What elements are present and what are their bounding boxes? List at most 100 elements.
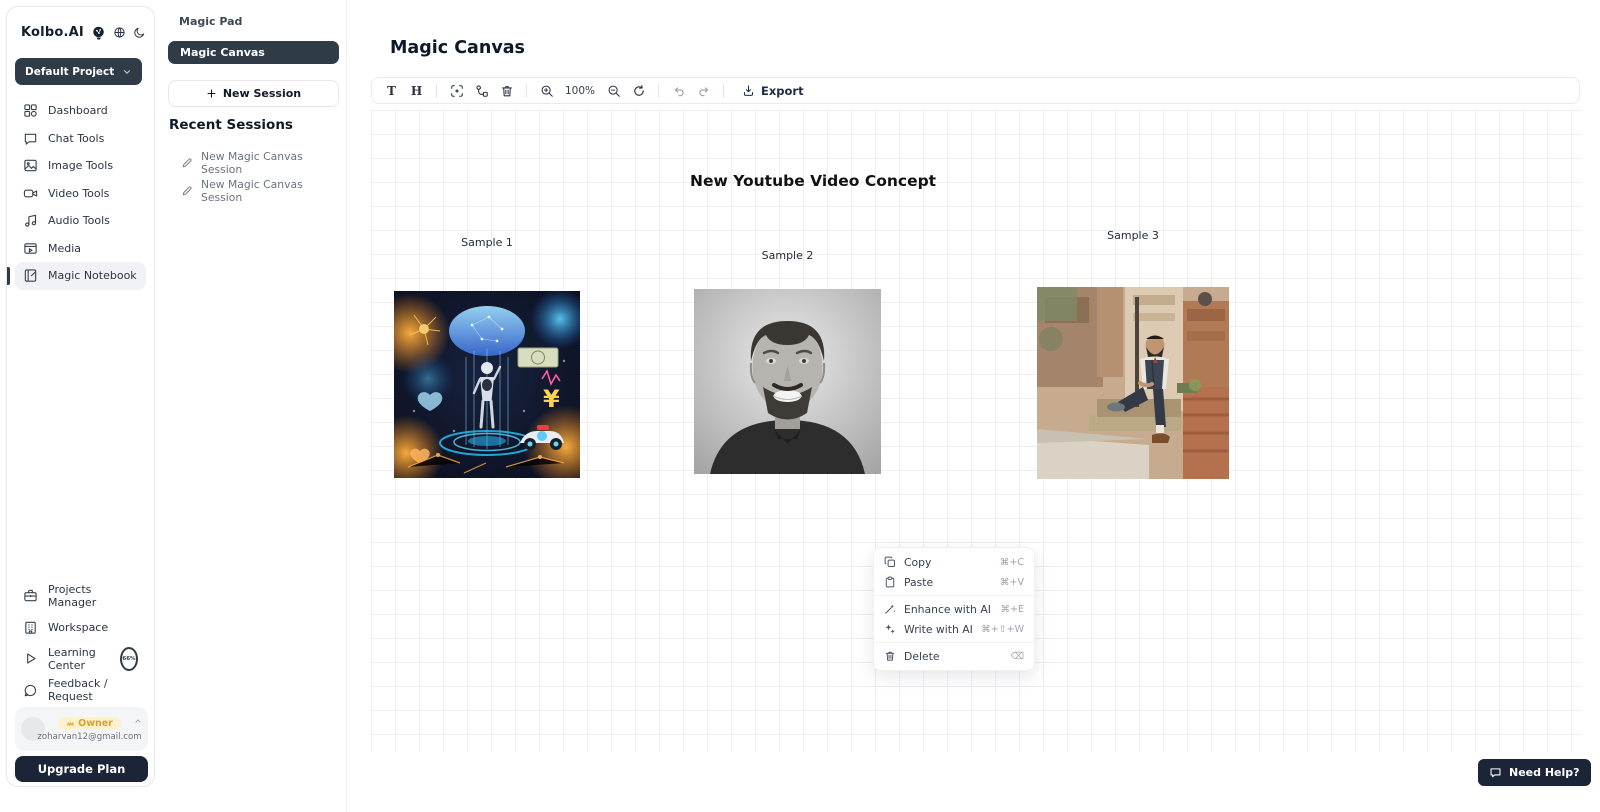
ai-select-button[interactable] <box>445 80 468 101</box>
canvas-grid[interactable]: New Youtube Video Concept Sample 1 Sampl… <box>371 110 1580 752</box>
sidebar: Kolbo.AI Default Project Dashboard <box>6 6 155 787</box>
sidebar-item-workspace[interactable]: Workspace <box>15 612 146 644</box>
magic-wand-icon <box>884 603 896 615</box>
sidebar-item-feedback-request[interactable]: Feedback / Request <box>15 675 146 707</box>
sidebar-item-label: Workspace <box>48 621 108 634</box>
nav-magic-canvas[interactable]: Magic Canvas <box>168 41 339 64</box>
redo-icon <box>697 84 711 98</box>
sidebar-item-label: Audio Tools <box>48 214 110 227</box>
dashboard-icon <box>23 103 38 118</box>
export-button[interactable]: Export <box>736 83 810 99</box>
toolbar-divider <box>526 84 527 98</box>
learning-progress-badge: 66% <box>120 647 138 671</box>
zoom-in-icon <box>540 84 554 98</box>
sidebar-item-audio-tools[interactable]: Audio Tools <box>15 207 146 235</box>
redo-button[interactable] <box>692 80 715 101</box>
context-menu-divider <box>874 595 1034 596</box>
image-icon <box>23 158 38 173</box>
context-menu-paste[interactable]: Paste ⌘+V <box>874 572 1034 592</box>
user-account-chip[interactable]: Owner zoharvan12@gmail.com <box>15 707 148 751</box>
media-icon <box>23 241 38 256</box>
delete-tool-button[interactable] <box>495 80 518 101</box>
new-session-label: New Session <box>223 87 301 100</box>
undo-button[interactable] <box>667 80 690 101</box>
context-menu-label: Write with AI <box>904 623 973 636</box>
sidebar-item-chat-tools[interactable]: Chat Tools <box>15 125 146 153</box>
session-panel: Magic Pad Magic Canvas New Session Recen… <box>155 0 347 812</box>
context-menu-label: Paste <box>904 576 933 589</box>
sample-2-label[interactable]: Sample 2 <box>694 249 881 262</box>
sidebar-item-label: Dashboard <box>48 104 108 117</box>
chat-icon <box>23 131 38 146</box>
crown-icon <box>66 719 75 728</box>
project-selector-label: Default Project <box>25 66 114 78</box>
heading-tool-button[interactable]: H <box>405 80 428 101</box>
owner-badge: Owner <box>58 717 121 730</box>
owner-badge-label: Owner <box>78 718 113 729</box>
sidebar-item-dashboard[interactable]: Dashboard <box>15 97 146 125</box>
sidebar-item-media[interactable]: Media <box>15 235 146 263</box>
sidebar-item-label: Video Tools <box>48 187 109 200</box>
canvas-heading[interactable]: New Youtube Video Concept <box>690 172 936 190</box>
chevron-down-icon <box>122 67 132 77</box>
reset-view-button[interactable] <box>627 80 650 101</box>
shortcut: ⌘+E <box>1001 604 1024 615</box>
toolbar-divider <box>436 84 437 98</box>
globe-icon[interactable] <box>113 26 126 39</box>
sidebar-item-magic-notebook[interactable]: Magic Notebook <box>15 262 146 290</box>
sidebar-item-label: Learning Center <box>48 646 110 672</box>
export-label: Export <box>761 84 804 98</box>
heading-tool-glyph: H <box>411 84 422 98</box>
sample-3-image[interactable] <box>1037 287 1229 479</box>
chevron-up-icon <box>134 717 142 725</box>
flow-connector-button[interactable] <box>470 80 493 101</box>
sidebar-item-projects-manager[interactable]: Projects Manager <box>15 580 146 612</box>
sample-1-image[interactable]: ¥ <box>394 291 580 478</box>
user-email: zoharvan12@gmail.com <box>37 732 141 742</box>
zoom-out-icon <box>607 84 621 98</box>
sample-3-illustration <box>1037 287 1229 479</box>
session-item[interactable]: New Magic Canvas Session <box>181 178 346 204</box>
upgrade-plan-button[interactable]: Upgrade Plan <box>15 756 148 782</box>
zoom-out-button[interactable] <box>602 80 625 101</box>
session-item[interactable]: New Magic Canvas Session <box>181 150 346 176</box>
context-menu-label: Enhance with AI <box>904 603 991 616</box>
context-menu-write-with-ai[interactable]: Write with AI ⌘+⇧+W <box>874 619 1034 639</box>
sidebar-item-video-tools[interactable]: Video Tools <box>15 180 146 208</box>
dark-mode-moon-icon[interactable] <box>133 26 146 39</box>
sample-2-image[interactable] <box>694 289 881 474</box>
project-selector[interactable]: Default Project <box>15 58 142 85</box>
zoom-in-button[interactable] <box>535 80 558 101</box>
shortcut: ⌘+⇧+W <box>981 624 1024 635</box>
text-tool-button[interactable]: T <box>380 80 403 101</box>
context-menu-label: Copy <box>904 556 931 569</box>
sidebar-item-label: Magic Notebook <box>48 269 137 282</box>
context-menu-divider <box>874 642 1034 643</box>
page-title: Magic Canvas <box>390 38 525 58</box>
new-session-button[interactable]: New Session <box>168 80 339 107</box>
zoom-level: 100% <box>565 85 595 97</box>
context-menu-enhance-with-ai[interactable]: Enhance with AI ⌘+E <box>874 599 1034 619</box>
logo-row: Kolbo.AI <box>21 25 146 40</box>
building-icon <box>23 620 38 635</box>
need-help-button[interactable]: Need Help? <box>1478 759 1591 786</box>
context-menu-delete[interactable]: Delete ⌫ <box>874 646 1034 666</box>
session-item-label: New Magic Canvas Session <box>201 178 346 204</box>
context-menu-copy[interactable]: Copy ⌘+C <box>874 552 1034 572</box>
nav-magic-pad[interactable]: Magic Pad <box>179 15 242 28</box>
sample-1-label[interactable]: Sample 1 <box>394 236 580 249</box>
sidebar-item-image-tools[interactable]: Image Tools <box>15 152 146 180</box>
svg-text:¥: ¥ <box>543 385 560 413</box>
shortcut: ⌫ <box>1011 651 1024 662</box>
notebook-icon <box>23 268 38 283</box>
flow-connector-icon <box>475 84 489 98</box>
app-root: Kolbo.AI Default Project Dashboard <box>0 0 1600 812</box>
sparkles-icon <box>884 623 896 635</box>
sidebar-item-label: Feedback / Request <box>48 677 138 703</box>
toolbar-divider <box>658 84 659 98</box>
sidebar-item-learning-center[interactable]: Learning Center 66% <box>15 643 146 675</box>
context-menu-label: Delete <box>904 650 939 663</box>
copy-icon <box>884 556 896 568</box>
play-icon <box>23 651 38 666</box>
sample-3-label[interactable]: Sample 3 <box>1037 229 1229 242</box>
